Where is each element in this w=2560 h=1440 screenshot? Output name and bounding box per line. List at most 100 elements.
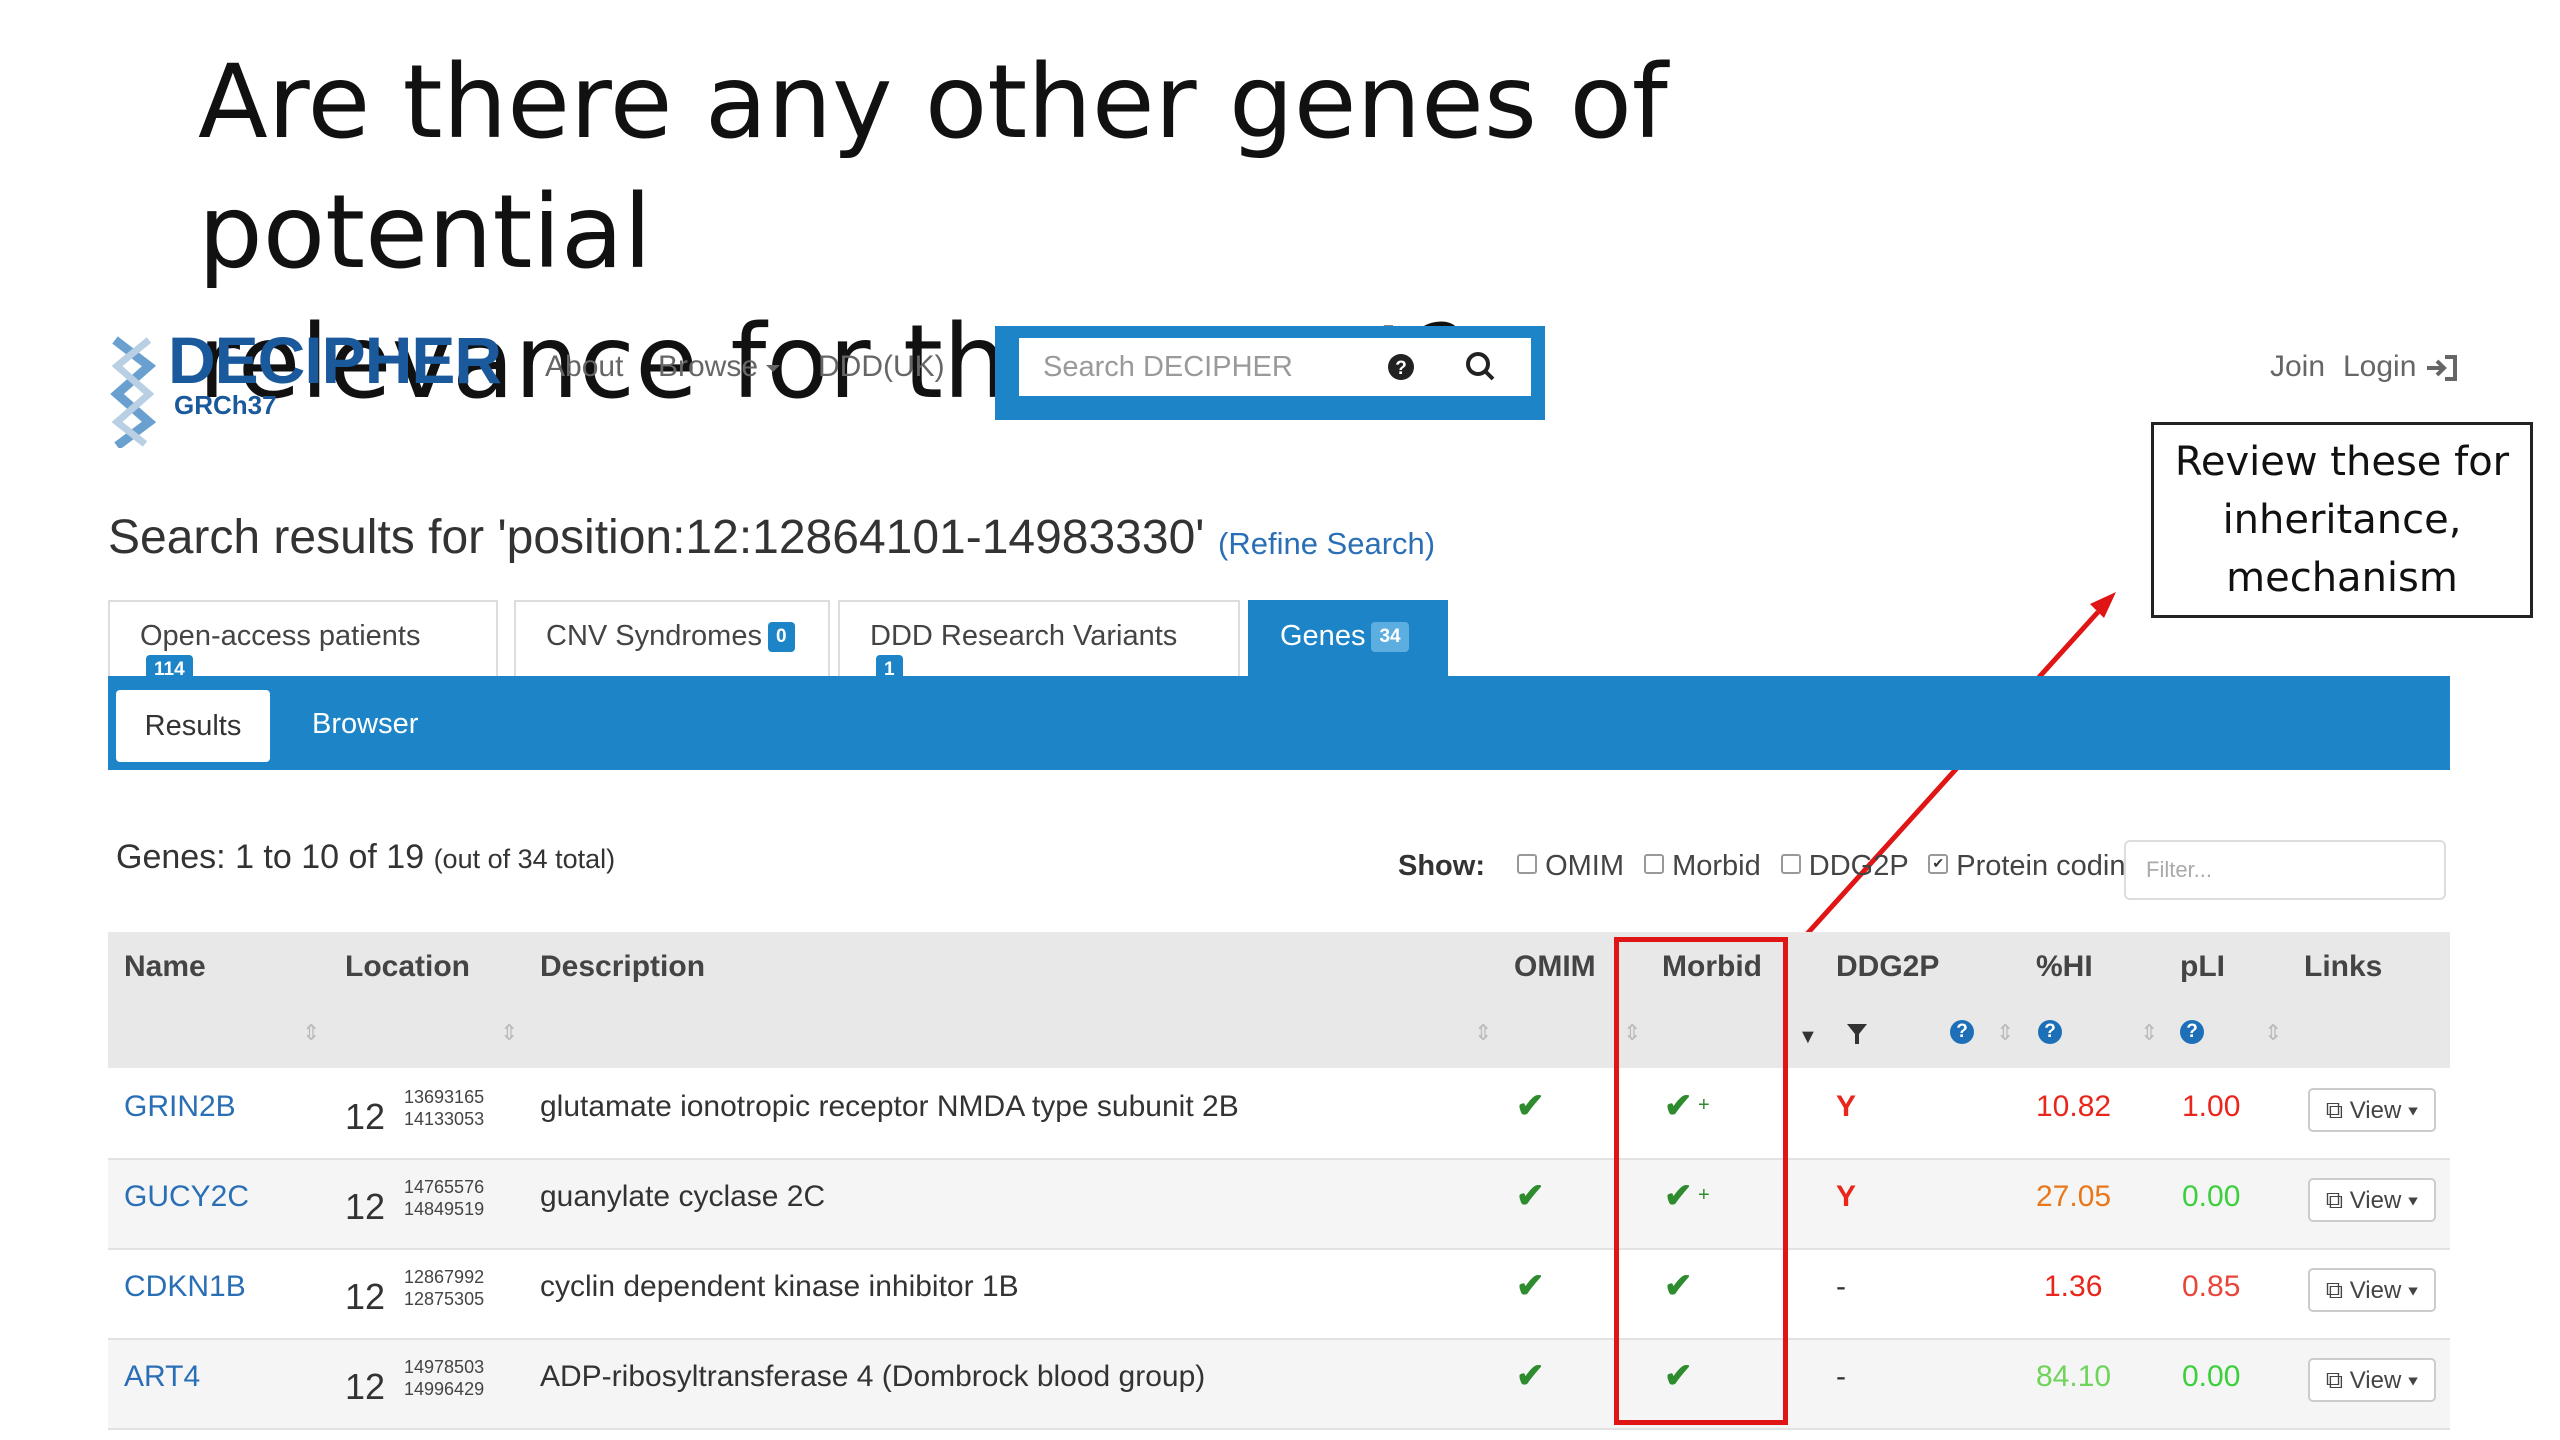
start-position: 13693165 xyxy=(404,1087,485,1107)
gene-description: cyclin dependent kinase inhibitor 1B xyxy=(540,1270,1019,1303)
morbid-highlight-box xyxy=(1614,937,1788,1425)
column-links: Links xyxy=(2304,950,2383,983)
tab-cnv-syndromes[interactable]: CNV Syndromes 0 xyxy=(514,600,830,678)
filter-input[interactable]: Filter... xyxy=(2124,840,2446,900)
view-label: View xyxy=(2349,1277,2402,1304)
protein-coding-checkbox-label: Protein coding xyxy=(1956,850,2142,882)
filter-icon[interactable] xyxy=(1845,1022,1869,1046)
count-badge: 34 xyxy=(1371,622,1409,653)
table-row: GUCY2C 12 14765576 14849519 guanylate cy… xyxy=(108,1160,2450,1250)
end-position: 14849519 xyxy=(404,1199,485,1219)
pli-value: 0.85 xyxy=(2182,1270,2241,1303)
refine-search-link[interactable]: (Refine Search) xyxy=(1218,526,1435,562)
column-location[interactable]: Location xyxy=(345,950,470,984)
position-range: 14765576 14849519 xyxy=(404,1176,484,1220)
omim-check-icon: ✔ xyxy=(1516,1357,1545,1395)
tab-label: Open-access patients xyxy=(140,620,421,652)
morbid-checkbox[interactable] xyxy=(1644,854,1665,874)
start-position: 14978503 xyxy=(404,1357,485,1377)
sort-description-icon[interactable]: ⇕ xyxy=(1474,1020,1492,1046)
subtab-browser[interactable]: Browser xyxy=(312,708,418,741)
view-label: View xyxy=(2349,1097,2402,1124)
hi-value: 27.05 xyxy=(2036,1180,2112,1213)
ddg2p-value: Y xyxy=(1836,1090,1857,1123)
ddg2p-checkbox-label: DDG2P xyxy=(1808,850,1909,882)
end-position: 14133053 xyxy=(404,1109,485,1129)
view-dropdown-button[interactable]: ⧉ View ▾ xyxy=(2308,1358,2436,1402)
tab-genes[interactable]: Genes 34 xyxy=(1248,600,1448,678)
view-dropdown-button[interactable]: ⧉ View ▾ xyxy=(2308,1268,2436,1312)
sort-ddg2p-icon[interactable]: ⇕ xyxy=(1996,1020,2014,1046)
position-range: 12867992 12875305 xyxy=(404,1266,484,1310)
tab-ddd-research-variants[interactable]: DDD Research Variants1 xyxy=(838,600,1240,686)
results-subnav xyxy=(108,676,2450,770)
column-hi[interactable]: %HI xyxy=(2036,950,2093,984)
chromosome: 12 xyxy=(345,1096,386,1137)
sort-pli-icon[interactable]: ⇕ xyxy=(2264,1020,2282,1046)
view-label: View xyxy=(2349,1367,2402,1394)
gene-link[interactable]: CDKN1B xyxy=(124,1270,246,1304)
protein-coding-checkbox[interactable]: ✔ xyxy=(1928,854,1949,874)
tab-label: Genes xyxy=(1280,620,1366,652)
column-pli[interactable]: pLI xyxy=(2180,950,2225,984)
pli-value: 0.00 xyxy=(2182,1180,2241,1213)
view-label: View xyxy=(2349,1187,2402,1214)
gene-description: glutamate ionotropic receptor NMDA type … xyxy=(540,1090,1239,1123)
sort-location-icon[interactable]: ⇕ xyxy=(500,1020,518,1046)
hi-value: 1.36 xyxy=(2044,1270,2103,1303)
ddg2p-value: - xyxy=(1836,1360,1846,1393)
summary-main: Genes: 1 to 10 of 19 xyxy=(116,838,425,876)
table-row: CDKN1B 12 12867992 12875305 cyclin depen… xyxy=(108,1250,2450,1340)
tab-label: DDD Research Variants xyxy=(870,620,1178,652)
hi-value: 10.82 xyxy=(2036,1090,2112,1123)
gene-link[interactable]: GUCY2C xyxy=(124,1180,249,1214)
subtab-results[interactable]: Results xyxy=(116,690,270,762)
morbid-checkbox-label: Morbid xyxy=(1672,850,1761,882)
omim-checkbox-label: OMIM xyxy=(1545,850,1624,882)
hi-value: 84.10 xyxy=(2036,1360,2112,1393)
show-filters: Show: OMIM Morbid DDG2P ✔ Protein coding xyxy=(1398,850,2142,883)
ddg2p-value: Y xyxy=(1836,1180,1857,1213)
omim-checkbox[interactable] xyxy=(1517,854,1538,874)
gene-link[interactable]: ART4 xyxy=(124,1360,200,1394)
column-description[interactable]: Description xyxy=(540,950,705,984)
start-position: 12867992 xyxy=(404,1267,485,1287)
pli-help-icon[interactable]: ? xyxy=(2180,1020,2204,1044)
gene-link[interactable]: GRIN2B xyxy=(124,1090,236,1124)
column-omim[interactable]: OMIM xyxy=(1514,950,1596,984)
summary-note: (out of 34 total) xyxy=(433,844,616,874)
position-range: 13693165 14133053 xyxy=(404,1086,484,1130)
position-range: 14978503 14996429 xyxy=(404,1356,484,1400)
tab-open-access-patients[interactable]: Open-access patients114 xyxy=(108,600,498,686)
chromosome: 12 xyxy=(345,1366,386,1407)
sort-name-icon[interactable]: ⇕ xyxy=(302,1020,320,1046)
genes-summary: Genes: 1 to 10 of 19 (out of 34 total) xyxy=(116,838,615,877)
table-row: GRIN2B 12 13693165 14133053 glutamate io… xyxy=(108,1070,2450,1160)
search-results-heading: Search results for 'position:12:12864101… xyxy=(108,511,1205,564)
start-position: 14765576 xyxy=(404,1177,485,1197)
tab-label: CNV Syndromes xyxy=(546,620,762,652)
view-dropdown-button[interactable]: ⧉ View ▾ xyxy=(2308,1178,2436,1222)
chromosome: 12 xyxy=(345,1276,386,1317)
omim-check-icon: ✔ xyxy=(1516,1177,1545,1215)
dropdown-caret-icon[interactable]: ▼ xyxy=(1798,1026,1818,1049)
end-position: 12875305 xyxy=(404,1289,485,1309)
omim-check-icon: ✔ xyxy=(1516,1267,1545,1305)
hi-help-icon[interactable]: ? xyxy=(2038,1020,2062,1044)
pli-value: 0.00 xyxy=(2182,1360,2241,1393)
gene-description: ADP-ribosyltransferase 4 (Dombrock blood… xyxy=(540,1360,1206,1393)
ddg2p-value: - xyxy=(1836,1270,1846,1303)
column-name[interactable]: Name xyxy=(124,950,206,984)
ddg2p-checkbox[interactable] xyxy=(1780,854,1801,874)
count-badge: 0 xyxy=(767,622,795,653)
ddg2p-help-icon[interactable]: ? xyxy=(1950,1020,1974,1044)
pli-value: 1.00 xyxy=(2182,1090,2241,1123)
view-dropdown-button[interactable]: ⧉ View ▾ xyxy=(2308,1088,2436,1132)
show-label: Show: xyxy=(1398,850,1485,882)
omim-check-icon: ✔ xyxy=(1516,1087,1545,1125)
sort-hi-icon[interactable]: ⇕ xyxy=(2140,1020,2158,1046)
gene-description: guanylate cyclase 2C xyxy=(540,1180,826,1213)
table-row: ART4 12 14978503 14996429 ADP-ribosyltra… xyxy=(108,1340,2450,1430)
end-position: 14996429 xyxy=(404,1379,485,1399)
column-ddg2p[interactable]: DDG2P xyxy=(1836,950,1939,984)
